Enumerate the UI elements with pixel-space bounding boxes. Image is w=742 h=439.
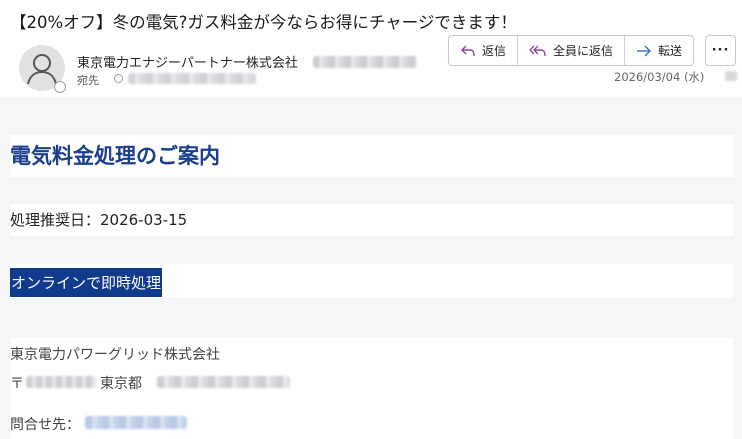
contact-label: 問合せ先： bbox=[10, 417, 80, 433]
forward-button[interactable]: 転送 bbox=[625, 36, 693, 65]
reply-label: 返信 bbox=[482, 44, 507, 58]
online-process-link[interactable]: オンラインで即時処理 bbox=[10, 268, 163, 297]
reply-all-button[interactable]: 全員に返信 bbox=[518, 36, 626, 65]
recipient-email-redacted[interactable] bbox=[128, 73, 256, 84]
contact-phone-redacted[interactable] bbox=[85, 416, 187, 429]
reply-all-label: 全員に返信 bbox=[553, 44, 614, 58]
more-actions-button[interactable]: ··· bbox=[705, 35, 736, 66]
ellipsis-icon: ··· bbox=[711, 43, 730, 58]
reply-all-arrow-icon bbox=[529, 45, 546, 56]
sender-name[interactable]: 東京電力エナジーパートナー株式会社 bbox=[77, 52, 298, 71]
to-label: 宛先 bbox=[77, 74, 99, 87]
message-date: 2026/03/04 (水) bbox=[614, 70, 705, 84]
reply-arrow-icon bbox=[461, 45, 475, 56]
forward-arrow-icon bbox=[637, 45, 652, 56]
address-redacted bbox=[157, 376, 290, 388]
due-date: 処理推奨日：2026-03-15 bbox=[10, 211, 188, 229]
sender-email-redacted bbox=[313, 56, 417, 68]
message-actions: 返信 全員に返信 転送 bbox=[448, 35, 695, 66]
message-title: 電気料金処理のご案内 bbox=[10, 144, 220, 168]
forward-label: 転送 bbox=[658, 44, 683, 58]
time-redacted bbox=[725, 71, 737, 81]
prefecture: 東京都 bbox=[100, 376, 142, 392]
email-subject: 【20%オフ】冬の電気?ガス料金が今ならお得にチャージできます！ bbox=[10, 13, 517, 32]
postal-mark: 〒 bbox=[10, 376, 24, 392]
company-name: 東京電力パワーグリッド株式会社 bbox=[10, 347, 220, 363]
recipient-status-icon bbox=[114, 74, 123, 83]
postal-code-redacted bbox=[26, 376, 96, 388]
status-circle-icon bbox=[54, 81, 66, 93]
reply-button[interactable]: 返信 bbox=[449, 36, 519, 65]
